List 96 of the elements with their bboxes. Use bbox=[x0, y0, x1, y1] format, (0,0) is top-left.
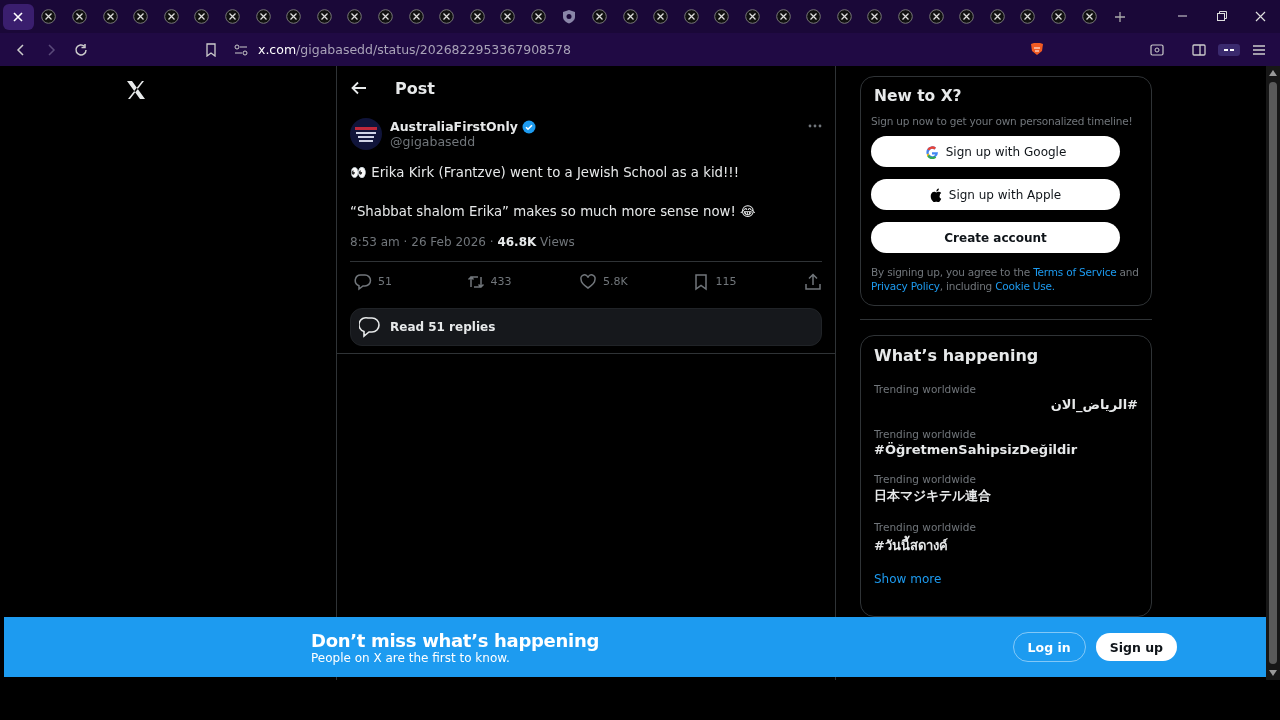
card-title: New to X? bbox=[874, 87, 963, 105]
x-logo-icon bbox=[1081, 9, 1097, 24]
x-logo-icon bbox=[286, 9, 302, 24]
shield-icon bbox=[562, 9, 576, 24]
scroll-down-icon[interactable] bbox=[1269, 670, 1277, 676]
x-logo-icon bbox=[439, 9, 455, 24]
banner-title: Don’t miss what’s happening bbox=[311, 629, 599, 651]
signup-button[interactable]: Sign up bbox=[1095, 633, 1177, 661]
link[interactable]: Terms of Service bbox=[1033, 266, 1117, 278]
x-logo-icon bbox=[989, 9, 1005, 24]
site-settings-icon[interactable] bbox=[234, 43, 248, 56]
x-logo-icon bbox=[775, 9, 791, 24]
read-replies-button[interactable]: Read 51 replies bbox=[350, 307, 822, 346]
trend-label: Trending worldwide bbox=[874, 383, 977, 396]
new-tab-icon[interactable] bbox=[1113, 10, 1126, 23]
trend-topic[interactable]: #الرياض_الان bbox=[874, 397, 1138, 413]
share-icon bbox=[804, 272, 822, 291]
heart-icon bbox=[579, 272, 597, 291]
avatar bbox=[350, 118, 382, 150]
back-arrow-icon[interactable] bbox=[351, 81, 367, 95]
x-logo-icon bbox=[408, 9, 424, 24]
share-button[interactable] bbox=[804, 272, 822, 291]
address-bar[interactable]: x.com/gigabasedd/status/2026822953367908578 bbox=[258, 42, 571, 57]
post-text: “Shabbat shalom Erika” makes so much more sense now! 😂 bbox=[350, 203, 757, 221]
x-logo-icon bbox=[592, 9, 608, 24]
reader-icon[interactable] bbox=[1150, 42, 1164, 57]
x-logo-icon bbox=[622, 9, 638, 24]
x-logo-icon bbox=[194, 9, 210, 24]
x-logo-icon bbox=[316, 9, 332, 24]
x-logo-icon bbox=[806, 9, 822, 24]
card-subtitle: Sign up now to get your own personalized timeline! bbox=[871, 115, 1134, 127]
x-logo-icon bbox=[41, 9, 57, 24]
speech-bubble-icon bbox=[359, 315, 381, 338]
close-icon bbox=[13, 11, 24, 22]
sidebar-icon[interactable] bbox=[1192, 42, 1206, 57]
x-logo-icon bbox=[867, 9, 883, 24]
x-logo-icon bbox=[163, 9, 179, 24]
lion-icon[interactable] bbox=[1029, 41, 1045, 58]
google-logo-icon bbox=[924, 144, 939, 159]
x-logo-icon bbox=[745, 9, 761, 24]
scroll-up-icon[interactable] bbox=[1269, 70, 1277, 76]
x-logo-icon bbox=[530, 9, 546, 24]
trend-topic[interactable]: 日本マジキテル連合 bbox=[874, 487, 1138, 506]
x-logo-icon bbox=[1020, 9, 1036, 24]
reply-button[interactable]: 51 bbox=[354, 272, 467, 291]
trend-topic[interactable]: #วันนี้สดางค์ bbox=[874, 535, 1138, 557]
legal-text: By signing up, you agree to the Terms of Service and Privacy Policy, including Cookie Use. bbox=[871, 265, 1140, 294]
trend-label: Trending worldwide bbox=[874, 521, 977, 534]
post-timestamp: 8:53 am · 26 Feb 2026 · 46.8K Views bbox=[350, 234, 576, 249]
x-logo-icon bbox=[683, 9, 699, 24]
x-logo-icon bbox=[928, 9, 944, 24]
reply-icon bbox=[354, 272, 372, 291]
x-logo-icon[interactable] bbox=[124, 78, 148, 102]
browser-tab[interactable] bbox=[3, 3, 34, 30]
more-icon[interactable] bbox=[808, 124, 822, 128]
signup-button[interactable]: Sign up with Google bbox=[871, 136, 1120, 167]
wallet-icon[interactable] bbox=[1218, 41, 1240, 58]
x-logo-icon bbox=[255, 9, 271, 24]
author-handle[interactable]: @gigabasedd bbox=[390, 134, 536, 149]
reload-icon[interactable] bbox=[74, 42, 88, 57]
bookmark-icon[interactable] bbox=[204, 42, 218, 57]
x-logo-icon bbox=[133, 9, 149, 24]
menu-icon[interactable] bbox=[1252, 42, 1266, 57]
author-name[interactable]: AustraliaFirstOnly bbox=[390, 119, 518, 134]
trend-label: Trending worldwide bbox=[874, 473, 977, 486]
x-logo-icon bbox=[469, 9, 485, 24]
trend-label: Trending worldwide bbox=[874, 428, 977, 441]
scrollbar-thumb[interactable] bbox=[1269, 82, 1277, 664]
page-title: Post bbox=[395, 78, 435, 98]
x-logo-icon bbox=[959, 9, 975, 24]
x-logo-icon bbox=[836, 9, 852, 24]
x-logo-icon bbox=[898, 9, 913, 24]
x-logo-icon bbox=[653, 9, 669, 24]
apple-logo-icon bbox=[929, 187, 942, 202]
trend-topic[interactable]: #ÖğretmenSahipsizDeğildir bbox=[874, 442, 1138, 458]
link[interactable]: Privacy Policy bbox=[871, 280, 940, 293]
signup-button[interactable]: Sign up with Apple bbox=[871, 179, 1120, 210]
x-logo-icon bbox=[224, 9, 240, 24]
show-more-link[interactable]: Show more bbox=[874, 572, 1138, 587]
x-logo-icon bbox=[72, 9, 87, 24]
x-logo-icon bbox=[102, 9, 118, 24]
link[interactable]: Cookie Use. bbox=[995, 280, 1055, 293]
maximize-icon[interactable] bbox=[1216, 11, 1227, 22]
banner-subtitle: People on X are the first to know. bbox=[311, 650, 510, 665]
post-text: 👀 Erika Kirk (Frantzve) went to a Jewish School as a kid!!! bbox=[350, 164, 740, 182]
x-logo-icon bbox=[714, 9, 730, 24]
card-title: What’s happening bbox=[874, 346, 1040, 366]
repost-button[interactable]: 433 bbox=[466, 272, 579, 291]
like-button[interactable]: 5.8K bbox=[579, 272, 692, 291]
x-logo-icon bbox=[377, 9, 393, 24]
close-icon[interactable] bbox=[1255, 11, 1266, 22]
bookmark-button[interactable]: 115 bbox=[691, 272, 804, 291]
x-logo-icon bbox=[500, 9, 516, 24]
signup-button[interactable]: Create account bbox=[871, 222, 1120, 253]
x-logo-icon bbox=[347, 9, 363, 24]
x-logo-icon bbox=[1051, 9, 1066, 24]
